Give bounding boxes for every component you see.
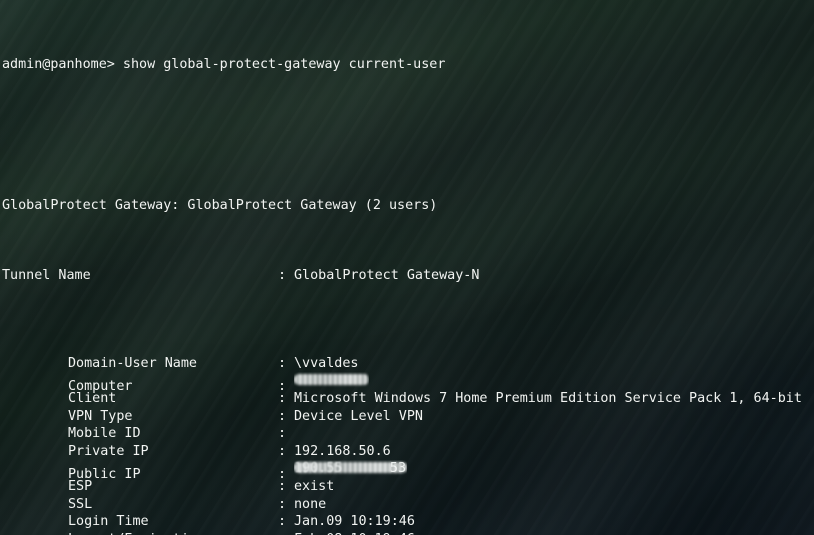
prompt-command-text: admin@panhome> show global-protect-gatew…: [2, 56, 446, 72]
field-row-public-ip: Public IP:190.55 53: [2, 460, 814, 482]
field-value-logout-expiration: Feb.08 10:19:46: [294, 531, 415, 535]
redacted-tail-text: 53: [389, 461, 407, 477]
field-value-private-ip: 192.168.50.6: [294, 443, 391, 459]
field-colon: :: [278, 514, 287, 530]
field-label-logout-expiration: Logout/Expiration: [68, 531, 278, 535]
session-block: Domain-User Name: \vvaldes Computer: Client…: [2, 355, 814, 535]
field-label-ssl: SSL: [68, 496, 93, 512]
field-colon: :: [278, 496, 287, 512]
field-label-login-time: Login Time: [68, 514, 149, 530]
field-colon: :: [278, 355, 287, 371]
field-row-client: Client: Microsoft Windows 7 Home Premium …: [2, 390, 814, 408]
field-row-vpn-type: VPN Type: Device Level VPN: [2, 408, 814, 426]
session-list: Domain-User Name: \vvaldes Computer: Client…: [2, 337, 814, 535]
field-label-domain-user-name: Domain-User Name: [68, 355, 197, 371]
field-row-private-ip: Private IP:192.168.50.6: [2, 443, 814, 461]
redacted-value-public-ip: 190.55 53: [294, 460, 407, 478]
tunnel-name-value: GlobalProtect Gateway-N: [294, 267, 480, 283]
tunnel-name-colon: :: [278, 267, 287, 283]
terminal-screen[interactable]: admin@panhome> show global-protect-gatew…: [0, 0, 814, 535]
field-value-vpn-type: Device Level VPN: [294, 408, 423, 424]
field-row-computer: Computer:: [2, 372, 814, 394]
field-colon: :: [278, 479, 287, 495]
field-label-vpn-type: VPN Type: [68, 408, 133, 424]
field-colon: :: [278, 426, 287, 442]
field-value-ssl: none: [294, 496, 327, 512]
gateway-header-line: GlobalProtect Gateway: GlobalProtect Gat…: [2, 197, 814, 215]
field-row-domain-user-name: Domain-User Name: \vvaldes: [2, 355, 814, 373]
field-value-domain-user-name: \vvaldes: [294, 355, 359, 371]
field-row-login-time: Login Time: Jan.09 10:19:46: [2, 513, 814, 531]
field-colon: :: [278, 443, 287, 459]
field-colon: :: [278, 531, 294, 535]
field-row-logout-expiration: Logout/Expiration:Feb.08 10:19:46: [2, 531, 814, 535]
gateway-header-text: GlobalProtect Gateway: GlobalProtect Gat…: [2, 197, 438, 213]
tunnel-name-row: Tunnel Name: GlobalProtect Gateway-N: [2, 267, 814, 285]
field-label-private-ip: Private IP: [68, 443, 149, 459]
field-value-login-time: Jan.09 10:19:46: [294, 514, 415, 530]
field-label-mobile-id: Mobile ID: [68, 426, 141, 442]
redacted-ghost-text: 190.55: [294, 461, 343, 477]
field-row-esp: ESP: exist: [2, 478, 814, 496]
prompt-line: admin@panhome> show global-protect-gatew…: [2, 56, 814, 74]
field-colon: :: [278, 408, 287, 424]
field-row-mobile-id: Mobile ID:: [2, 425, 814, 443]
terminal-window[interactable]: admin@panhome> show global-protect-gatew…: [0, 0, 814, 535]
field-colon: :: [278, 391, 287, 407]
field-value-client: Microsoft Windows 7 Home Premium Edition…: [294, 391, 802, 407]
field-row-ssl: SSL: none: [2, 496, 814, 514]
tunnel-name-label: Tunnel Name: [2, 267, 91, 283]
field-label-esp: ESP: [68, 479, 93, 495]
field-label-client: Client: [68, 391, 117, 407]
field-value-esp: exist: [294, 479, 335, 495]
redacted-value-computer: [294, 372, 369, 390]
